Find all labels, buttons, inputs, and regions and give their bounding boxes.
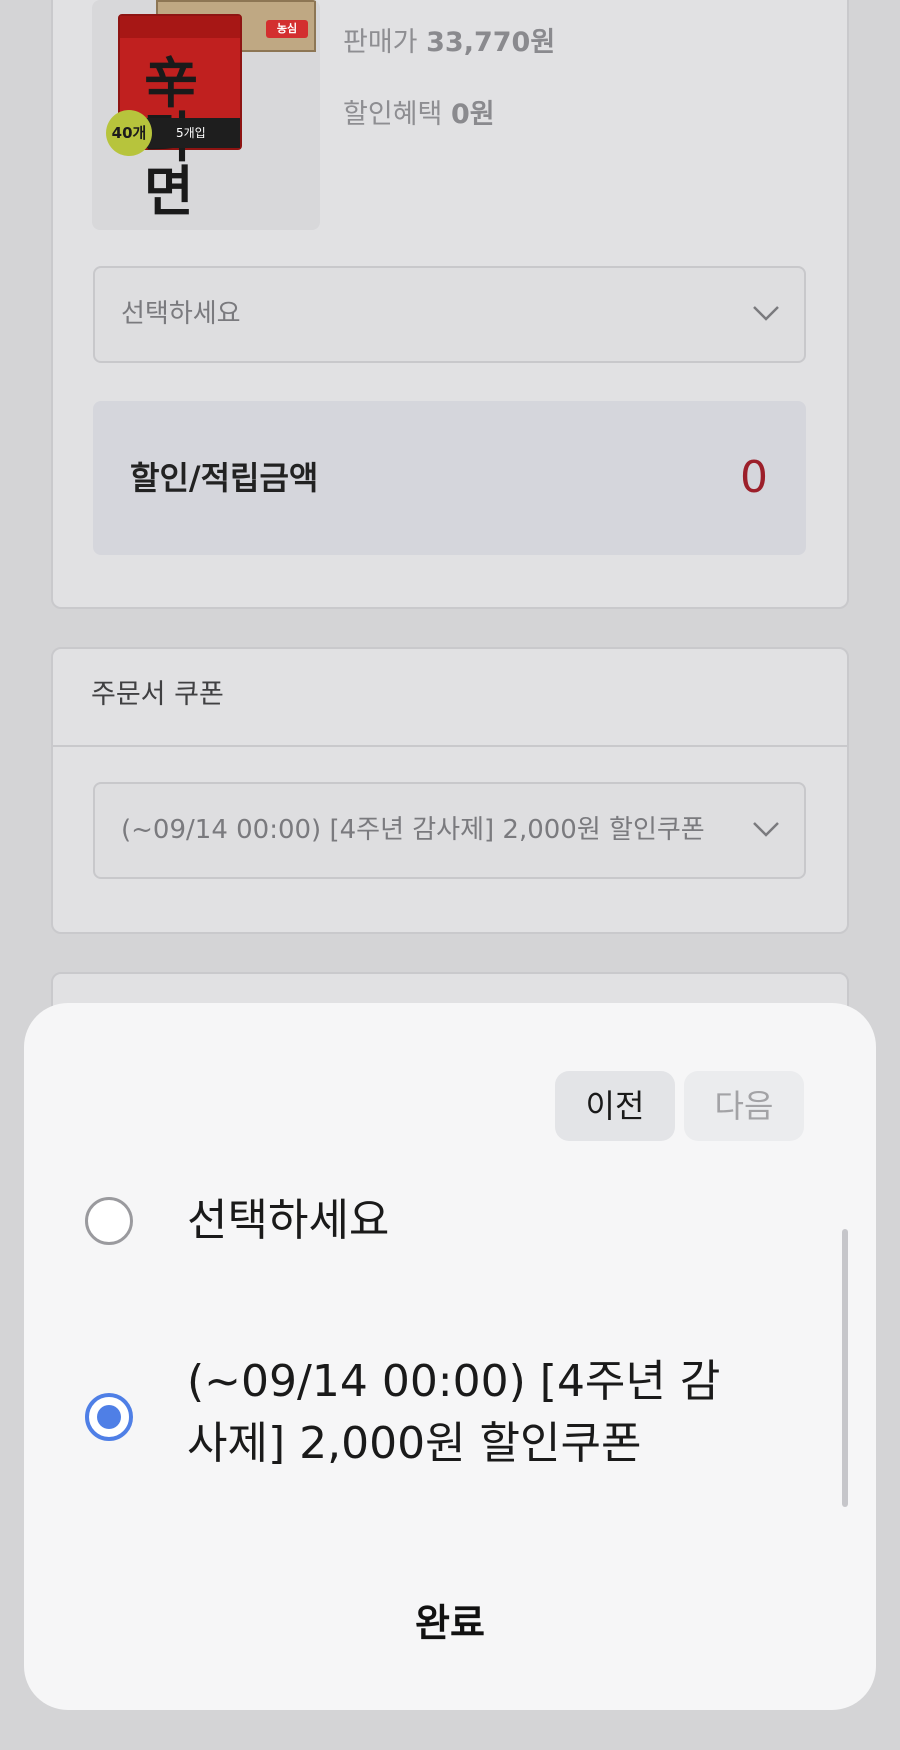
option-select[interactable]: 선택하세요 (93, 266, 806, 363)
next-button[interactable]: 다음 (684, 1071, 804, 1141)
sale-price-line: 판매가 33,770원 (343, 20, 555, 59)
chevron-down-icon (753, 306, 779, 321)
radio-option-coupon[interactable] (85, 1393, 133, 1441)
pack-count-label: 5개입 (176, 126, 206, 140)
option-coupon-label[interactable]: (~09/14 00:00) [4주년 감사제] 2,000원 할인쿠폰 (187, 1351, 747, 1475)
discount-benefit-line: 할인혜택 0원 (343, 92, 495, 131)
discount-summary-label: 할인/적립금액 (130, 459, 319, 497)
discount-summary: 할인/적립금액 0 (93, 401, 806, 555)
radio-option-none[interactable] (85, 1197, 133, 1245)
done-button[interactable]: 완료 (24, 1583, 876, 1663)
discount-benefit-value: 0원 (450, 99, 495, 130)
quantity-badge: 40개 (106, 110, 152, 156)
chevron-down-icon (753, 822, 779, 837)
coupon-select-value: (~09/14 00:00) [4주년 감사제] 2,000원 할인쿠폰 (121, 815, 705, 845)
sale-price-value: 33,770원 (426, 27, 556, 58)
order-coupon-title: 주문서 쿠폰 (91, 679, 224, 710)
product-thumbnail: 농심 辛라면 5개입 40개 (92, 0, 320, 230)
scrollbar[interactable] (842, 1229, 848, 1507)
option-select-value: 선택하세요 (121, 299, 241, 329)
sale-price-label: 판매가 (343, 27, 418, 58)
order-page: 농심 辛라면 5개입 40개 판매가 33,770원 할인혜택 0원 선택하세요… (0, 0, 900, 1750)
divider (53, 745, 847, 747)
option-none-label[interactable]: 선택하세요 (187, 1190, 389, 1252)
prev-button[interactable]: 이전 (555, 1071, 675, 1141)
option-picker-sheet: 이전 다음 선택하세요 (~09/14 00:00) [4주년 감사제] 2,0… (24, 1003, 876, 1710)
discount-benefit-label: 할인혜택 (343, 99, 443, 130)
discount-summary-value: 0 (740, 452, 768, 503)
pack-top-band (120, 16, 240, 38)
coupon-select[interactable]: (~09/14 00:00) [4주년 감사제] 2,000원 할인쿠폰 (93, 782, 806, 879)
box-brand-label: 농심 (266, 20, 308, 38)
